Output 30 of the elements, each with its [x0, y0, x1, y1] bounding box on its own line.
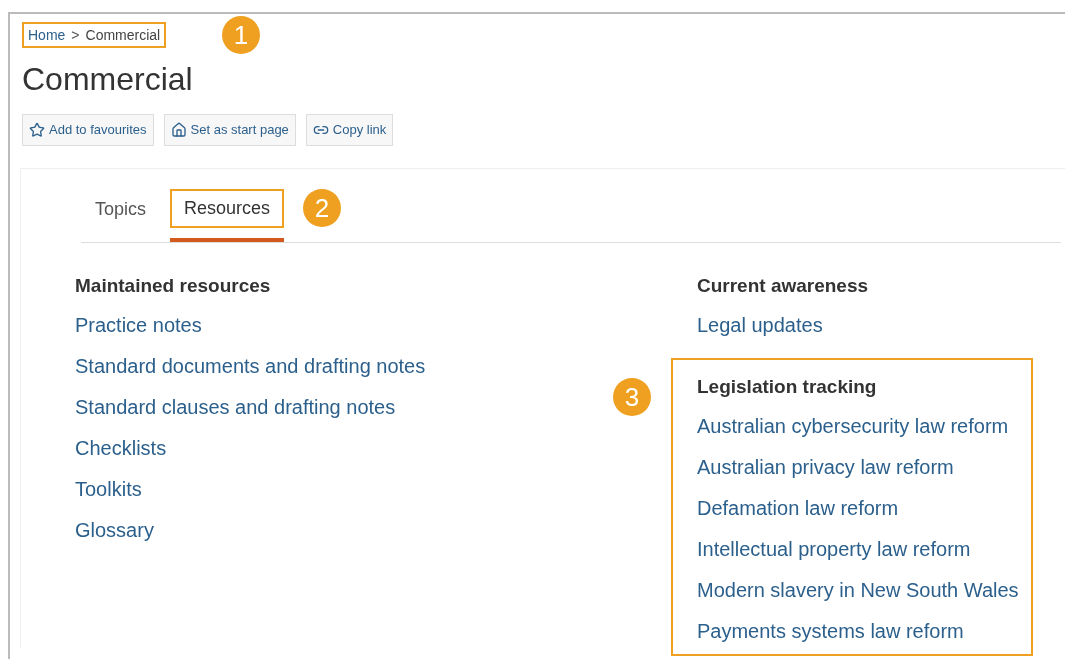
resource-link[interactable]: Payments systems law reform	[697, 611, 964, 652]
resource-link[interactable]: Standard documents and drafting notes	[75, 346, 426, 387]
action-button[interactable]: Set as start page	[163, 114, 296, 146]
callout-number: 3	[613, 378, 651, 416]
breadcrumb-link[interactable]: Home	[28, 24, 66, 46]
resource-link[interactable]: Standard clauses and drafting notes	[75, 387, 396, 428]
resource-link[interactable]: Practice notes	[75, 305, 202, 346]
resource-link[interactable]: Checklists	[75, 428, 167, 469]
callout-number: 1	[222, 16, 260, 54]
tab[interactable]: Resources	[170, 189, 285, 229]
page-title: Commercial	[22, 60, 194, 99]
breadcrumb-current: Commercial	[85, 25, 161, 45]
section-heading: Current awareness	[697, 274, 870, 298]
action-button[interactable]: Add to favourites	[22, 114, 154, 146]
resource-link[interactable]: Intellectual property law reform	[697, 529, 971, 570]
breadcrumb-separator: >	[71, 25, 80, 45]
resource-link[interactable]: Defamation law reform	[697, 488, 899, 529]
resource-link[interactable]: Glossary	[75, 510, 154, 551]
resource-link[interactable]: Modern slavery in New South Wales	[697, 570, 1019, 611]
section-heading: Legislation tracking	[697, 375, 878, 399]
action-button[interactable]: Copy link	[305, 114, 394, 146]
callout-number: 2	[303, 189, 341, 227]
tab[interactable]: Topics	[81, 189, 161, 229]
resource-link[interactable]: Australian cybersecurity law reform	[697, 406, 1009, 447]
resource-link[interactable]: Australian privacy law reform	[697, 447, 954, 488]
section-heading: Maintained resources	[75, 274, 272, 298]
resource-link[interactable]: Legal updates	[697, 305, 823, 346]
home-icon	[170, 122, 187, 138]
resource-link[interactable]: Toolkits	[75, 469, 142, 510]
star-icon	[29, 122, 45, 138]
